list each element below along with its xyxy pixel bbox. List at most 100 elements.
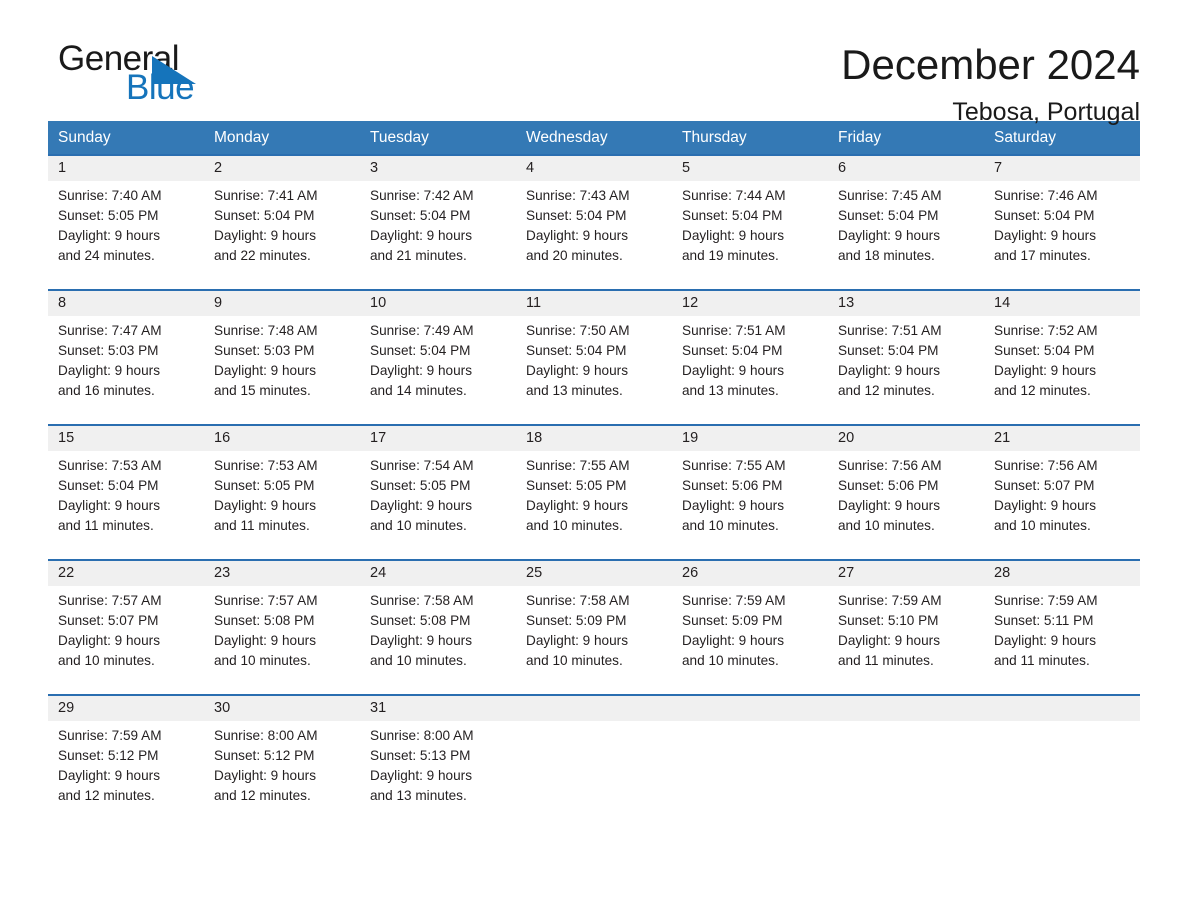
day-cell[interactable]: Sunrise: 7:56 AM Sunset: 5:07 PM Dayligh…: [984, 456, 1140, 559]
day-number[interactable]: 13: [828, 291, 984, 316]
day-cell[interactable]: Sunrise: 7:43 AM Sunset: 5:04 PM Dayligh…: [516, 186, 672, 289]
day-number[interactable]: 31: [360, 696, 516, 721]
day-number[interactable]: 9: [204, 291, 360, 316]
day-number[interactable]: 22: [48, 561, 204, 586]
day-number[interactable]: 3: [360, 156, 516, 181]
day-number[interactable]: 27: [828, 561, 984, 586]
daylight-text-cont: and 11 minutes.: [214, 518, 310, 533]
day-cell-empty: [516, 726, 672, 829]
weekday-header-monday: Monday: [214, 129, 270, 146]
daylight-text: Daylight: 9 hours: [526, 363, 629, 378]
day-number[interactable]: 24: [360, 561, 516, 586]
day-cell[interactable]: Sunrise: 8:00 AM Sunset: 5:12 PM Dayligh…: [204, 726, 360, 829]
daylight-text: Daylight: 9 hours: [526, 633, 629, 648]
day-number[interactable]: 28: [984, 561, 1140, 586]
daylight-text-cont: and 10 minutes.: [370, 518, 467, 533]
day-cell[interactable]: Sunrise: 7:56 AM Sunset: 5:06 PM Dayligh…: [828, 456, 984, 559]
day-number[interactable]: 5: [672, 156, 828, 181]
title-block: December 2024 Tebosa, Portugal: [841, 40, 1140, 129]
day-cell[interactable]: Sunrise: 7:57 AM Sunset: 5:08 PM Dayligh…: [204, 591, 360, 694]
day-cell[interactable]: Sunrise: 7:55 AM Sunset: 5:05 PM Dayligh…: [516, 456, 672, 559]
sunrise-text: Sunrise: 7:55 AM: [526, 458, 630, 473]
day-number[interactable]: 14: [984, 291, 1140, 316]
sunset-text: Sunset: 5:07 PM: [994, 478, 1095, 493]
day-number[interactable]: 17: [360, 426, 516, 451]
daylight-text: Daylight: 9 hours: [370, 633, 473, 648]
day-number[interactable]: 21: [984, 426, 1140, 451]
day-cell[interactable]: Sunrise: 7:59 AM Sunset: 5:12 PM Dayligh…: [48, 726, 204, 829]
sunset-text: Sunset: 5:04 PM: [838, 208, 939, 223]
day-cell[interactable]: Sunrise: 7:45 AM Sunset: 5:04 PM Dayligh…: [828, 186, 984, 289]
day-cell[interactable]: Sunrise: 7:40 AM Sunset: 5:05 PM Dayligh…: [48, 186, 204, 289]
weekday-header-row: Sunday Monday Tuesday Wednesday Thursday…: [48, 121, 1140, 154]
daylight-text: Daylight: 9 hours: [214, 363, 317, 378]
day-number[interactable]: 23: [204, 561, 360, 586]
day-number[interactable]: 15: [48, 426, 204, 451]
day-number[interactable]: 8: [48, 291, 204, 316]
sunset-text: Sunset: 5:04 PM: [214, 208, 315, 223]
day-number[interactable]: 6: [828, 156, 984, 181]
day-cell[interactable]: Sunrise: 7:54 AM Sunset: 5:05 PM Dayligh…: [360, 456, 516, 559]
day-cell[interactable]: Sunrise: 7:53 AM Sunset: 5:04 PM Dayligh…: [48, 456, 204, 559]
day-number[interactable]: 20: [828, 426, 984, 451]
sunrise-text: Sunrise: 7:54 AM: [370, 458, 474, 473]
sunrise-text: Sunrise: 7:50 AM: [526, 323, 630, 338]
week-detail-row: Sunrise: 7:40 AM Sunset: 5:05 PM Dayligh…: [48, 181, 1140, 289]
day-cell[interactable]: Sunrise: 7:47 AM Sunset: 5:03 PM Dayligh…: [48, 321, 204, 424]
day-cell[interactable]: Sunrise: 7:53 AM Sunset: 5:05 PM Dayligh…: [204, 456, 360, 559]
sunrise-text: Sunrise: 7:59 AM: [682, 593, 786, 608]
day-cell[interactable]: Sunrise: 7:58 AM Sunset: 5:09 PM Dayligh…: [516, 591, 672, 694]
day-cell[interactable]: Sunrise: 7:48 AM Sunset: 5:03 PM Dayligh…: [204, 321, 360, 424]
sunset-text: Sunset: 5:04 PM: [994, 208, 1095, 223]
week-detail-row: Sunrise: 7:57 AM Sunset: 5:07 PM Dayligh…: [48, 586, 1140, 694]
daylight-text: Daylight: 9 hours: [214, 633, 317, 648]
day-cell[interactable]: Sunrise: 7:51 AM Sunset: 5:04 PM Dayligh…: [672, 321, 828, 424]
day-number[interactable]: 16: [204, 426, 360, 451]
day-cell[interactable]: Sunrise: 7:51 AM Sunset: 5:04 PM Dayligh…: [828, 321, 984, 424]
sunrise-text: Sunrise: 7:49 AM: [370, 323, 474, 338]
day-cell[interactable]: Sunrise: 7:46 AM Sunset: 5:04 PM Dayligh…: [984, 186, 1140, 289]
day-cell[interactable]: Sunrise: 7:59 AM Sunset: 5:09 PM Dayligh…: [672, 591, 828, 694]
daylight-text-cont: and 10 minutes.: [682, 518, 779, 533]
daylight-text-cont: and 11 minutes.: [994, 653, 1090, 668]
day-number[interactable]: 11: [516, 291, 672, 316]
day-number[interactable]: 19: [672, 426, 828, 451]
sunrise-text: Sunrise: 7:51 AM: [682, 323, 786, 338]
day-cell[interactable]: Sunrise: 7:55 AM Sunset: 5:06 PM Dayligh…: [672, 456, 828, 559]
day-number[interactable]: 10: [360, 291, 516, 316]
day-cell[interactable]: Sunrise: 7:59 AM Sunset: 5:10 PM Dayligh…: [828, 591, 984, 694]
day-cell[interactable]: Sunrise: 7:41 AM Sunset: 5:04 PM Dayligh…: [204, 186, 360, 289]
day-number[interactable]: 29: [48, 696, 204, 721]
day-number[interactable]: 7: [984, 156, 1140, 181]
day-cell[interactable]: Sunrise: 7:42 AM Sunset: 5:04 PM Dayligh…: [360, 186, 516, 289]
day-cell[interactable]: Sunrise: 7:58 AM Sunset: 5:08 PM Dayligh…: [360, 591, 516, 694]
daylight-text: Daylight: 9 hours: [214, 228, 317, 243]
day-number[interactable]: 1: [48, 156, 204, 181]
sunrise-text: Sunrise: 8:00 AM: [370, 728, 474, 743]
daylight-text: Daylight: 9 hours: [838, 228, 941, 243]
day-cell[interactable]: Sunrise: 8:00 AM Sunset: 5:13 PM Dayligh…: [360, 726, 516, 829]
day-cell[interactable]: Sunrise: 7:49 AM Sunset: 5:04 PM Dayligh…: [360, 321, 516, 424]
day-cell[interactable]: Sunrise: 7:52 AM Sunset: 5:04 PM Dayligh…: [984, 321, 1140, 424]
day-cell[interactable]: Sunrise: 7:57 AM Sunset: 5:07 PM Dayligh…: [48, 591, 204, 694]
day-number[interactable]: 4: [516, 156, 672, 181]
day-cell[interactable]: Sunrise: 7:50 AM Sunset: 5:04 PM Dayligh…: [516, 321, 672, 424]
daylight-text: Daylight: 9 hours: [370, 498, 473, 513]
day-number[interactable]: 26: [672, 561, 828, 586]
daylight-text-cont: and 22 minutes.: [214, 248, 311, 263]
week-detail-row: Sunrise: 7:59 AM Sunset: 5:12 PM Dayligh…: [48, 721, 1140, 829]
day-number[interactable]: 12: [672, 291, 828, 316]
day-number[interactable]: 18: [516, 426, 672, 451]
daylight-text-cont: and 10 minutes.: [838, 518, 935, 533]
day-cell[interactable]: Sunrise: 7:59 AM Sunset: 5:11 PM Dayligh…: [984, 591, 1140, 694]
daylight-text-cont: and 21 minutes.: [370, 248, 467, 263]
week-row: 15 16 17 18 19 20 21 Sunrise: 7:53 AM Su…: [48, 424, 1140, 559]
sunset-text: Sunset: 5:09 PM: [682, 613, 783, 628]
daylight-text: Daylight: 9 hours: [58, 498, 161, 513]
day-cell[interactable]: Sunrise: 7:44 AM Sunset: 5:04 PM Dayligh…: [672, 186, 828, 289]
day-number[interactable]: 30: [204, 696, 360, 721]
sunrise-text: Sunrise: 7:59 AM: [58, 728, 162, 743]
day-number[interactable]: 25: [516, 561, 672, 586]
daylight-text-cont: and 18 minutes.: [838, 248, 935, 263]
day-number[interactable]: 2: [204, 156, 360, 181]
